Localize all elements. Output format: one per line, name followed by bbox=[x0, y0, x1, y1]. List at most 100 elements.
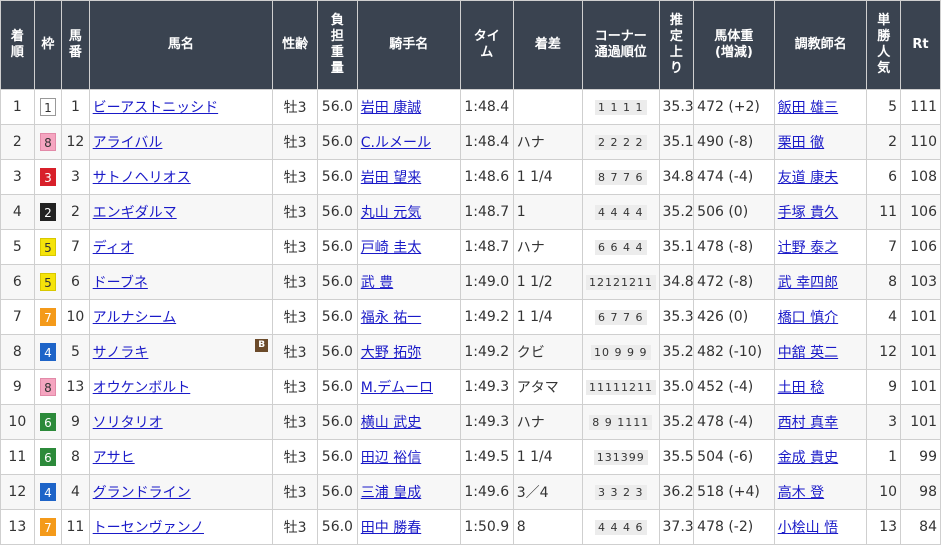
jockey-link[interactable]: 田中 勝春 bbox=[361, 520, 421, 536]
horse-link[interactable]: ソリタリオ bbox=[93, 415, 163, 431]
last3f-cell: 35.2 bbox=[658, 334, 695, 370]
sexage-cell: 牡3 bbox=[272, 474, 319, 510]
table-row: 11 6 8 アサヒ 牡3 56.0 田辺 裕信 1:49.5 1 1/4 131399 35.5 5… bbox=[0, 439, 941, 475]
trainer-link[interactable]: 辻野 泰之 bbox=[778, 240, 838, 256]
horse-link[interactable]: ディオ bbox=[93, 240, 134, 256]
time-cell: 1:48.7 bbox=[459, 194, 514, 230]
horse-link[interactable]: アルナシーム bbox=[93, 310, 176, 326]
horse-link[interactable]: ビーアストニッシド bbox=[93, 100, 218, 116]
time-cell: 1:49.2 bbox=[459, 299, 514, 335]
bodyweight-cell: 478 (-4) bbox=[693, 404, 775, 440]
header-margin: 着差 bbox=[512, 0, 584, 90]
trainer-link[interactable]: 手塚 貴久 bbox=[778, 205, 838, 221]
weight-cell: 56.0 bbox=[317, 474, 358, 510]
waku-cell: 7 bbox=[33, 299, 63, 335]
horse-link[interactable]: アライバル bbox=[93, 135, 163, 151]
horse-link[interactable]: エンギダルマ bbox=[93, 205, 177, 221]
trainer-cell: 飯田 雄三 bbox=[773, 89, 868, 125]
jockey-link[interactable]: C.ルメール bbox=[361, 135, 431, 151]
horse-link[interactable]: グランドライン bbox=[93, 485, 191, 501]
sexage-cell: 牡3 bbox=[272, 509, 319, 545]
horse-cell: オウケンボルト bbox=[88, 369, 274, 405]
header-weight: 負担重量 bbox=[317, 0, 358, 90]
trainer-cell: 中舘 英二 bbox=[773, 334, 868, 370]
last3f-cell: 35.3 bbox=[658, 299, 695, 335]
trainer-link[interactable]: 武 幸四郎 bbox=[778, 275, 838, 291]
jockey-link[interactable]: 岩田 康誠 bbox=[361, 100, 421, 116]
corner-positions: 8 9 1111 bbox=[589, 415, 653, 430]
trainer-link[interactable]: 飯田 雄三 bbox=[778, 100, 838, 116]
trainer-link[interactable]: 金成 貴史 bbox=[778, 450, 838, 466]
last3f-cell: 35.2 bbox=[658, 194, 695, 230]
header-time: タイム bbox=[459, 0, 514, 90]
weight-cell: 56.0 bbox=[317, 369, 358, 405]
trainer-cell: 高木 登 bbox=[773, 474, 868, 510]
last3f-cell: 35.1 bbox=[658, 229, 695, 265]
umaban-cell: 13 bbox=[61, 369, 90, 405]
margin-cell: 1 1/2 bbox=[512, 264, 584, 300]
weight-cell: 56.0 bbox=[317, 264, 358, 300]
bodyweight-cell: 478 (-8) bbox=[693, 229, 775, 265]
trainer-link[interactable]: 友道 康夫 bbox=[778, 170, 838, 186]
rating-cell: 101 bbox=[900, 299, 941, 335]
sexage-cell: 牡3 bbox=[272, 334, 319, 370]
sexage-cell: 牡3 bbox=[272, 159, 319, 195]
trainer-link[interactable]: 小桧山 悟 bbox=[778, 520, 838, 536]
trainer-cell: 武 幸四郎 bbox=[773, 264, 868, 300]
horse-link[interactable]: サトノヘリオス bbox=[93, 170, 191, 186]
header-umaban: 馬番 bbox=[61, 0, 90, 90]
trainer-link[interactable]: 土田 稔 bbox=[778, 380, 824, 396]
jockey-link[interactable]: 横山 武史 bbox=[361, 415, 421, 431]
jockey-link[interactable]: 武 豊 bbox=[361, 275, 393, 291]
margin-cell: ハナ bbox=[512, 124, 584, 160]
sexage-cell: 牡3 bbox=[272, 404, 319, 440]
margin-cell: 1 bbox=[512, 194, 584, 230]
table-row: 7 7 10 アルナシーム 牡3 56.0 福永 祐一 1:49.2 1 1/4 6 7 7 6 3… bbox=[0, 299, 941, 335]
corner-cell: 10 9 9 9 bbox=[582, 334, 660, 370]
trainer-link[interactable]: 栗田 徹 bbox=[778, 135, 824, 151]
trainer-cell: 金成 貴史 bbox=[773, 439, 868, 475]
jockey-link[interactable]: 丸山 元気 bbox=[361, 205, 421, 221]
jockey-cell: 田中 勝春 bbox=[356, 509, 461, 545]
waku-badge: 5 bbox=[39, 238, 56, 256]
margin-cell: 1 1/4 bbox=[512, 439, 584, 475]
jockey-cell: 岩田 康誠 bbox=[356, 89, 461, 125]
jockey-link[interactable]: 田辺 裕信 bbox=[361, 450, 421, 466]
horse-link[interactable]: サノラキ bbox=[93, 345, 149, 361]
waku-badge: 7 bbox=[39, 518, 56, 536]
horse-link[interactable]: オウケンボルト bbox=[93, 380, 191, 396]
corner-cell: 6 7 7 6 bbox=[582, 299, 660, 335]
jockey-link[interactable]: M.デムーロ bbox=[361, 380, 433, 396]
jockey-link[interactable]: 岩田 望来 bbox=[361, 170, 421, 186]
rank-cell: 4 bbox=[0, 194, 35, 230]
corner-cell: 11111211 bbox=[582, 369, 660, 405]
jockey-link[interactable]: 福永 祐一 bbox=[361, 310, 421, 326]
jockey-link[interactable]: 三浦 皇成 bbox=[361, 485, 421, 501]
trainer-link[interactable]: 橋口 慎介 bbox=[778, 310, 838, 326]
weight-cell: 56.0 bbox=[317, 194, 358, 230]
jockey-link[interactable]: 戸崎 圭太 bbox=[361, 240, 421, 256]
horse-link[interactable]: ドーブネ bbox=[93, 275, 148, 291]
horse-link[interactable]: トーセンヴァンノ bbox=[93, 520, 204, 536]
bodyweight-cell: 426 (0) bbox=[693, 299, 775, 335]
popularity-cell: 13 bbox=[866, 509, 902, 545]
sexage-cell: 牡3 bbox=[272, 369, 319, 405]
trainer-cell: 手塚 貴久 bbox=[773, 194, 868, 230]
weight-cell: 56.0 bbox=[317, 334, 358, 370]
jockey-cell: 戸崎 圭太 bbox=[356, 229, 461, 265]
popularity-cell: 2 bbox=[866, 124, 902, 160]
rank-cell: 6 bbox=[0, 264, 35, 300]
time-cell: 1:49.3 bbox=[459, 404, 514, 440]
rating-cell: 103 bbox=[900, 264, 941, 300]
jockey-link[interactable]: 大野 拓弥 bbox=[361, 345, 421, 361]
popularity-cell: 5 bbox=[866, 89, 902, 125]
trainer-link[interactable]: 中舘 英二 bbox=[778, 345, 838, 361]
sexage-cell: 牡3 bbox=[272, 439, 319, 475]
trainer-link[interactable]: 西村 真幸 bbox=[778, 415, 838, 431]
time-cell: 1:48.4 bbox=[459, 124, 514, 160]
trainer-link[interactable]: 高木 登 bbox=[778, 485, 824, 501]
bodyweight-cell: 482 (-10) bbox=[693, 334, 775, 370]
table-row: 4 2 2 エンギダルマ 牡3 56.0 丸山 元気 1:48.7 1 4 4 4 4 35.2 50… bbox=[0, 194, 941, 230]
horse-link[interactable]: アサヒ bbox=[93, 450, 135, 466]
rating-cell: 110 bbox=[900, 124, 941, 160]
